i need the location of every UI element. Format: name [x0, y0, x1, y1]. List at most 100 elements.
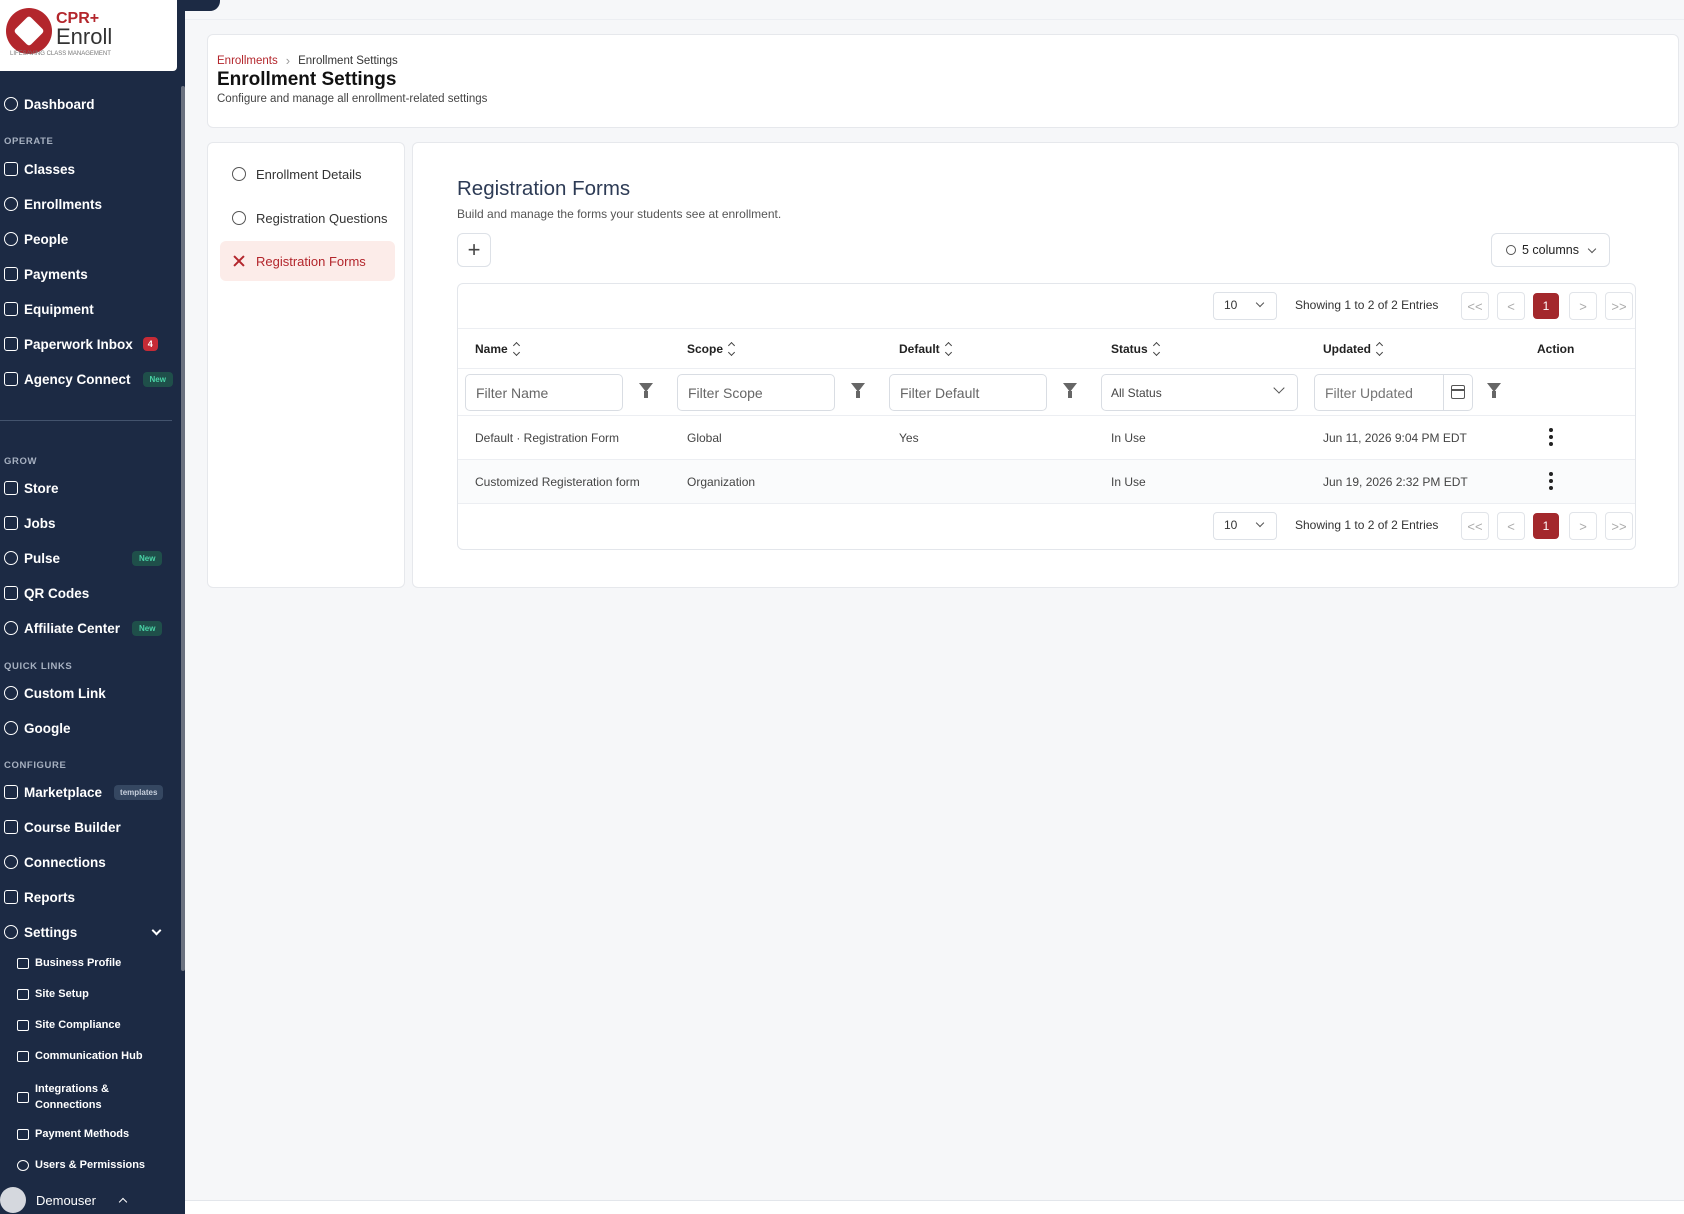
- column-header-status[interactable]: Status: [1111, 341, 1160, 357]
- sidebar-item-classes[interactable]: Classes: [4, 159, 75, 179]
- sidebar-subitem-business-profile[interactable]: Business Profile: [17, 957, 121, 969]
- sidebar: CPR+ Enroll LIFESAVING CLASS MANAGEMENT …: [0, 0, 185, 1214]
- settings-nav-registration-forms[interactable]: Registration Forms: [220, 241, 395, 281]
- dashboard-icon: [4, 97, 18, 111]
- sidebar-item-custom-link[interactable]: Custom Link: [4, 683, 106, 703]
- chevron-down-icon: [1273, 382, 1285, 394]
- sidebar-item-connections[interactable]: Connections: [4, 852, 106, 872]
- column-header-name[interactable]: Name: [475, 341, 520, 357]
- last-page-button[interactable]: >>: [1605, 512, 1633, 540]
- logo[interactable]: CPR+ Enroll LIFESAVING CLASS MANAGEMENT: [0, 0, 177, 71]
- filter-scope-input[interactable]: [677, 374, 835, 411]
- sidebar-subitem-payment-methods[interactable]: Payment Methods: [17, 1128, 129, 1140]
- next-page-button[interactable]: >: [1569, 292, 1597, 320]
- add-form-button[interactable]: +: [457, 233, 491, 267]
- filter-status-value: All Status: [1111, 386, 1162, 400]
- filter-name-input[interactable]: [465, 374, 623, 411]
- filter-updated-input[interactable]: [1315, 375, 1444, 410]
- section-label-configure: CONFIGURE: [4, 760, 67, 771]
- row-actions-icon[interactable]: [1549, 428, 1553, 446]
- sidebar-item-label: Payments: [24, 266, 88, 282]
- page-button-current[interactable]: 1: [1533, 513, 1559, 539]
- page-title: Enrollment Settings: [217, 69, 397, 90]
- sidebar-item-qr-codes[interactable]: QR Codes: [4, 583, 89, 603]
- mail-icon: [17, 1051, 29, 1062]
- user-menu[interactable]: Demouser: [0, 1187, 128, 1213]
- column-header-updated[interactable]: Updated: [1323, 341, 1384, 357]
- page-button-current[interactable]: 1: [1533, 293, 1559, 319]
- column-header-label: Status: [1111, 342, 1148, 356]
- entries-info: Showing 1 to 2 of 2 Entries: [1295, 518, 1439, 532]
- section-label-grow: GROW: [4, 456, 38, 467]
- sidebar-subitem-users-permissions[interactable]: Users & Permissions: [17, 1159, 145, 1171]
- columns-toggle-button[interactable]: 5 columns: [1491, 233, 1610, 267]
- filter-updated-field: [1314, 374, 1473, 411]
- gear-icon: [4, 925, 18, 939]
- sidebar-subitem-label: Communication Hub: [35, 1050, 143, 1062]
- sidebar-item-course-builder[interactable]: Course Builder: [4, 817, 121, 837]
- last-page-button[interactable]: >>: [1605, 292, 1633, 320]
- sidebar-toggle-tab[interactable]: [185, 0, 220, 11]
- id-card-icon: [17, 958, 29, 969]
- sidebar-subitem-site-compliance[interactable]: Site Compliance: [17, 1019, 121, 1031]
- sidebar-item-label: Store: [24, 480, 59, 496]
- avatar: [0, 1187, 26, 1213]
- chevron-up-icon: [118, 1197, 128, 1207]
- filter-icon[interactable]: [1063, 383, 1077, 399]
- sidebar-item-marketplace[interactable]: Marketplace templates: [4, 782, 164, 802]
- page-size-select[interactable]: 10: [1213, 292, 1277, 320]
- sidebar-scrollbar[interactable]: [181, 86, 185, 971]
- cell-status: In Use: [1111, 475, 1146, 489]
- settings-nav-enrollment-details[interactable]: Enrollment Details: [220, 154, 395, 194]
- settings-nav-registration-questions[interactable]: Registration Questions: [220, 198, 395, 238]
- sidebar-item-dashboard[interactable]: Dashboard: [4, 94, 95, 114]
- column-header-action: Action: [1537, 342, 1575, 356]
- prev-page-button[interactable]: <: [1497, 512, 1525, 540]
- filter-icon[interactable]: [851, 383, 865, 399]
- sidebar-item-google[interactable]: Google: [4, 718, 71, 738]
- column-header-default[interactable]: Default: [899, 341, 952, 357]
- first-page-button[interactable]: <<: [1461, 512, 1489, 540]
- sidebar-item-label: Classes: [24, 161, 76, 177]
- sidebar-subitem-label: Site Compliance: [35, 1019, 121, 1031]
- sidebar-item-agency-connect[interactable]: Agency Connect New: [4, 369, 173, 389]
- page-subtitle: Configure and manage all enrollment-rela…: [217, 93, 488, 105]
- filter-default-input[interactable]: [889, 374, 1047, 411]
- page-size-select[interactable]: 10: [1213, 512, 1277, 540]
- settings-nav-label: Registration Questions: [256, 210, 388, 226]
- sidebar-item-settings[interactable]: Settings: [4, 922, 164, 942]
- row-actions-icon[interactable]: [1549, 472, 1553, 490]
- section-title: Registration Forms: [457, 177, 631, 200]
- sidebar-item-affiliate-center[interactable]: Affiliate Center New: [4, 618, 163, 638]
- filter-status-select[interactable]: All Status: [1101, 374, 1298, 411]
- sidebar-item-jobs[interactable]: Jobs: [4, 513, 56, 533]
- sort-icon: [727, 341, 736, 357]
- sidebar-item-store[interactable]: Store: [4, 478, 59, 498]
- breadcrumb-link-enrollments[interactable]: Enrollments: [217, 55, 278, 67]
- column-header-scope[interactable]: Scope: [687, 341, 736, 357]
- prev-page-button[interactable]: <: [1497, 292, 1525, 320]
- first-page-button[interactable]: <<: [1461, 292, 1489, 320]
- sidebar-item-reports[interactable]: Reports: [4, 887, 75, 907]
- sidebar-item-enrollments[interactable]: Enrollments: [4, 194, 102, 214]
- table-row[interactable]: Customized Registeration form Organizati…: [458, 459, 1635, 503]
- sidebar-item-pulse[interactable]: Pulse New: [4, 548, 163, 568]
- logo-tagline: LIFESAVING CLASS MANAGEMENT: [10, 51, 111, 57]
- sidebar-item-payments[interactable]: Payments: [4, 264, 88, 284]
- next-page-button[interactable]: >: [1569, 512, 1597, 540]
- filter-icon[interactable]: [1487, 383, 1501, 399]
- sidebar-item-equipment[interactable]: Equipment: [4, 299, 94, 319]
- sidebar-subitem-communication-hub[interactable]: Communication Hub: [17, 1050, 143, 1062]
- table-row[interactable]: Default · Registration Form Global Yes I…: [458, 415, 1635, 459]
- sidebar-subitem-site-setup[interactable]: Site Setup: [17, 988, 89, 1000]
- filter-icon[interactable]: [639, 383, 653, 399]
- sidebar-subitem-label: Integrations & Connections: [35, 1083, 109, 1111]
- calendar-icon[interactable]: [1451, 385, 1465, 399]
- cart-icon: [4, 481, 18, 495]
- templates-badge: templates: [114, 784, 164, 800]
- sidebar-item-people[interactable]: People: [4, 229, 68, 249]
- sidebar-subitem-integrations[interactable]: Integrations & Connections: [17, 1081, 109, 1113]
- page-size-value: 10: [1224, 518, 1238, 532]
- sidebar-item-label: Settings: [24, 924, 78, 940]
- sidebar-item-paperwork-inbox[interactable]: Paperwork Inbox 4: [4, 334, 158, 354]
